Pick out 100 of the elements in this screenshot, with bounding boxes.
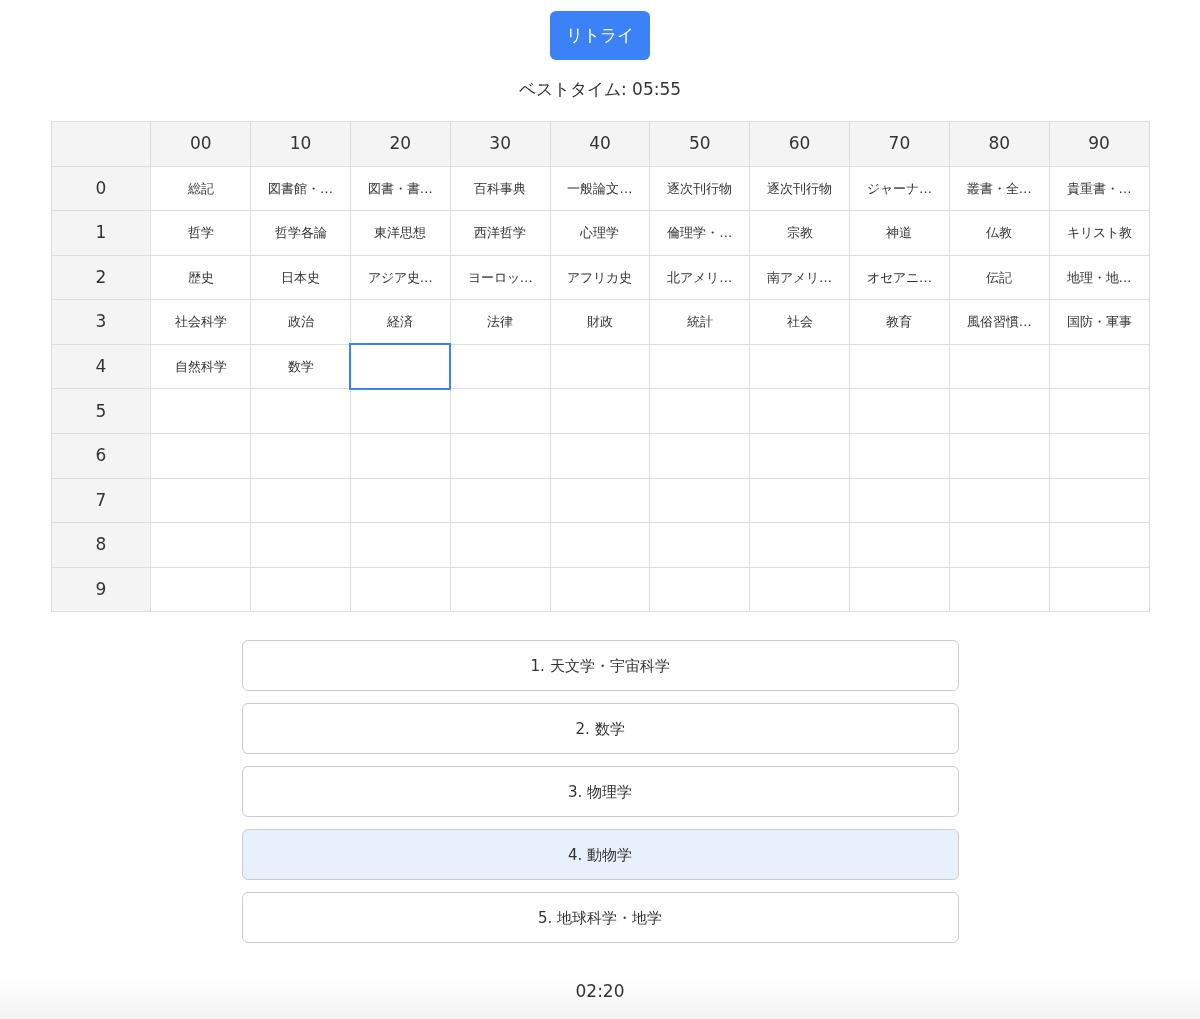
table-cell[interactable] bbox=[550, 522, 650, 568]
retry-button[interactable]: リトライ bbox=[550, 11, 650, 60]
table-cell[interactable] bbox=[450, 344, 551, 389]
table-cell[interactable]: 日本史 bbox=[250, 255, 351, 300]
table-cell[interactable] bbox=[1049, 478, 1149, 523]
table-cell[interactable]: 仏教 bbox=[949, 210, 1050, 256]
table-cell[interactable]: 社会 bbox=[749, 299, 850, 345]
table-cell[interactable]: アジア史… bbox=[350, 255, 451, 300]
table-cell[interactable]: ジャーナ… bbox=[849, 166, 950, 211]
table-cell[interactable]: 逐次刊行物 bbox=[749, 166, 850, 211]
table-cell[interactable] bbox=[150, 522, 251, 568]
table-cell[interactable]: 教育 bbox=[849, 299, 950, 345]
table-cell[interactable] bbox=[849, 522, 950, 568]
table-cell[interactable] bbox=[949, 522, 1050, 568]
table-cell[interactable]: 東洋思想 bbox=[350, 210, 451, 256]
table-cell[interactable]: キリスト教 bbox=[1049, 210, 1149, 256]
table-cell[interactable] bbox=[949, 388, 1050, 434]
table-cell[interactable]: 自然科学 bbox=[150, 344, 251, 389]
table-cell[interactable] bbox=[749, 478, 850, 523]
table-cell[interactable]: 総記 bbox=[150, 166, 251, 211]
table-cell[interactable] bbox=[150, 567, 251, 612]
table-cell[interactable]: 哲学各論 bbox=[250, 210, 351, 256]
table-cell[interactable] bbox=[550, 433, 650, 479]
table-cell[interactable] bbox=[450, 478, 551, 523]
table-cell[interactable]: 北アメリ… bbox=[649, 255, 750, 300]
table-cell[interactable] bbox=[450, 567, 551, 612]
table-cell[interactable] bbox=[849, 478, 950, 523]
table-cell[interactable]: 叢書・全… bbox=[949, 166, 1050, 211]
table-cell[interactable] bbox=[649, 388, 750, 434]
table-cell[interactable] bbox=[649, 567, 750, 612]
table-cell[interactable] bbox=[649, 522, 750, 568]
table-cell[interactable]: 宗教 bbox=[749, 210, 850, 256]
table-cell[interactable] bbox=[150, 433, 251, 479]
table-cell[interactable]: 財政 bbox=[550, 299, 650, 345]
answer-option[interactable]: 1. 天文学・宇宙科学 bbox=[241, 640, 959, 692]
table-cell[interactable]: 哲学 bbox=[150, 210, 251, 256]
table-cell[interactable]: オセアニ… bbox=[849, 255, 950, 300]
table-cell[interactable] bbox=[949, 344, 1050, 389]
table-cell[interactable] bbox=[749, 567, 850, 612]
answer-option[interactable]: 4. 動物学 bbox=[241, 829, 959, 881]
answer-option[interactable]: 3. 物理学 bbox=[241, 766, 959, 818]
table-cell[interactable] bbox=[450, 388, 551, 434]
table-cell[interactable]: ヨーロッ… bbox=[450, 255, 551, 300]
table-cell[interactable] bbox=[1049, 344, 1149, 389]
answer-option[interactable]: 5. 地球科学・地学 bbox=[241, 892, 959, 944]
table-cell[interactable] bbox=[350, 522, 451, 568]
table-cell[interactable] bbox=[550, 344, 650, 389]
table-cell[interactable] bbox=[1049, 388, 1149, 434]
table-cell[interactable] bbox=[250, 522, 351, 568]
table-cell[interactable] bbox=[450, 522, 551, 568]
table-cell[interactable] bbox=[150, 388, 251, 434]
table-cell[interactable]: 貴重書・… bbox=[1049, 166, 1149, 211]
table-cell[interactable] bbox=[350, 344, 451, 389]
table-cell[interactable] bbox=[749, 388, 850, 434]
table-cell[interactable] bbox=[949, 478, 1050, 523]
table-cell[interactable]: アフリカ史 bbox=[550, 255, 650, 300]
table-cell[interactable]: 法律 bbox=[450, 299, 551, 345]
table-cell[interactable] bbox=[949, 433, 1050, 479]
table-cell[interactable] bbox=[250, 478, 351, 523]
table-cell[interactable] bbox=[849, 388, 950, 434]
table-cell[interactable]: 南アメリ… bbox=[749, 255, 850, 300]
table-cell[interactable] bbox=[849, 344, 950, 389]
table-cell[interactable] bbox=[250, 388, 351, 434]
table-cell[interactable]: 百科事典 bbox=[450, 166, 551, 211]
table-cell[interactable] bbox=[250, 433, 351, 479]
table-cell[interactable] bbox=[949, 567, 1050, 612]
table-cell[interactable]: 一般論文… bbox=[550, 166, 650, 211]
table-cell[interactable] bbox=[649, 478, 750, 523]
table-cell[interactable]: 倫理学・… bbox=[649, 210, 750, 256]
table-cell[interactable] bbox=[749, 344, 850, 389]
table-cell[interactable] bbox=[849, 433, 950, 479]
table-cell[interactable]: 逐次刊行物 bbox=[649, 166, 750, 211]
table-cell[interactable]: 図書・書… bbox=[350, 166, 451, 211]
table-cell[interactable]: 政治 bbox=[250, 299, 351, 345]
table-cell[interactable] bbox=[350, 478, 451, 523]
table-cell[interactable] bbox=[450, 433, 551, 479]
table-cell[interactable] bbox=[150, 478, 251, 523]
table-cell[interactable]: 図書館・… bbox=[250, 166, 351, 211]
table-cell[interactable]: 社会科学 bbox=[150, 299, 251, 345]
table-cell[interactable] bbox=[1049, 522, 1149, 568]
table-cell[interactable] bbox=[749, 522, 850, 568]
table-cell[interactable] bbox=[350, 433, 451, 479]
table-cell[interactable] bbox=[350, 567, 451, 612]
table-cell[interactable] bbox=[849, 567, 950, 612]
table-cell[interactable] bbox=[550, 388, 650, 434]
table-cell[interactable] bbox=[550, 567, 650, 612]
table-cell[interactable]: 心理学 bbox=[550, 210, 650, 256]
table-cell[interactable]: 統計 bbox=[649, 299, 750, 345]
table-cell[interactable] bbox=[550, 478, 650, 523]
table-cell[interactable] bbox=[250, 567, 351, 612]
table-cell[interactable]: 歴史 bbox=[150, 255, 251, 300]
table-cell[interactable] bbox=[1049, 567, 1149, 612]
table-cell[interactable] bbox=[649, 344, 750, 389]
table-cell[interactable] bbox=[749, 433, 850, 479]
table-cell[interactable] bbox=[649, 433, 750, 479]
table-cell[interactable]: 地理・地… bbox=[1049, 255, 1149, 300]
table-cell[interactable]: 国防・軍事 bbox=[1049, 299, 1149, 345]
table-cell[interactable]: 神道 bbox=[849, 210, 950, 256]
table-cell[interactable]: 伝記 bbox=[949, 255, 1050, 300]
table-cell[interactable]: 風俗習慣… bbox=[949, 299, 1050, 345]
